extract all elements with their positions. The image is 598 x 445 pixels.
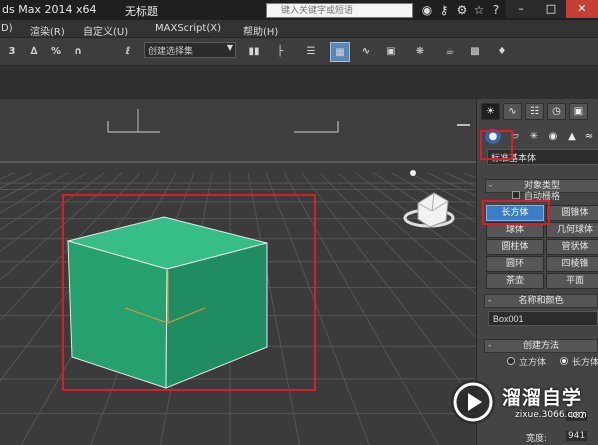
app-title: ds Max 2014 x64 [2,3,97,16]
create-tab-icon[interactable]: ☀ [481,103,500,120]
spacewarps-icon[interactable]: ≈ [581,129,597,144]
top-viewport[interactable] [0,99,476,161]
spinner-snap-button[interactable]: ∩ [68,42,88,62]
help-icon[interactable]: ? [489,3,503,17]
close-button[interactable]: ✕ [566,0,598,18]
material-editor-icon[interactable]: ❋ [410,42,430,62]
tools-icon[interactable]: ⚙ [455,3,469,17]
pyramid-button[interactable]: 四棱锥 [546,256,598,272]
menu-item-maxscript[interactable]: MAXScript(X) [155,23,221,34]
display-tab-icon[interactable]: ▣ [569,103,588,120]
creation-method-rollout[interactable]: - 创建方法 [484,339,598,353]
minimize-button[interactable]: – [506,0,536,18]
geosphere-button[interactable]: 几何球体 [546,222,598,238]
title-bar: ds Max 2014 x64 无标题 ▸ ◉ ⚷ ⚙ ☆ ? – □ ✕ [0,0,598,20]
render-setup-icon[interactable]: ☕ [440,42,460,62]
angle-snap-button[interactable]: ∆ [24,42,44,62]
box-radio[interactable] [560,357,568,365]
teapot-button[interactable]: 茶壶 [486,273,544,289]
plane-button[interactable]: 平面 [546,273,598,289]
chevron-down-icon: ▼ [226,43,233,52]
creation-method-title: 创建方法 [522,341,559,351]
lights-icon[interactable]: ✳ [526,129,542,144]
home-icon[interactable] [410,170,416,176]
menu-item-render[interactable]: 渲染(R) [30,23,65,38]
mirror-icon[interactable]: ▮▮ [244,42,264,62]
watermark-name: 溜溜自学 [502,387,583,409]
width-field[interactable]: 941 [566,431,588,441]
main-toolbar: 3 ∆ % ∩ ℓ 创建选择集 ▼ ▮▮ ├ ☰ ▦ ∿ ▣ ❋ ☕ ▩ ♦ [0,38,598,66]
helpers-icon[interactable]: ▲ [564,129,580,144]
align-icon[interactable]: ├ [270,42,290,62]
motion-tab-icon[interactable]: ◷ [547,103,566,120]
cylinder-button[interactable]: 圆柱体 [486,239,544,255]
search-input[interactable] [266,3,413,18]
edit-named-selection-button[interactable]: ℓ [118,42,138,62]
menu-item-prev[interactable]: D) [1,23,13,34]
snap-toggle-button[interactable]: 3 [2,42,22,62]
schematic-view-icon[interactable]: ▣ [381,42,401,62]
tube-button[interactable]: 管状体 [546,239,598,255]
percent-snap-button[interactable]: % [46,42,66,62]
width-label: 宽度: [526,434,548,444]
named-selection-dropdown[interactable]: 创建选择集 ▼ [144,42,236,58]
collapse-icon: - [488,341,492,351]
name-color-rollout[interactable]: - 名称和颜色 [484,294,598,308]
object-name-field[interactable] [488,311,598,326]
star-icon[interactable]: ☆ [472,3,486,17]
collapse-icon: - [489,181,493,191]
hierarchy-tab-icon[interactable]: ☷ [525,103,544,120]
watermark-logo [451,380,495,424]
named-selection-value: 创建选择集 [148,47,194,57]
cameras-icon[interactable]: ◉ [545,129,561,144]
render-production-icon[interactable]: ♦ [492,42,512,62]
cube-radio[interactable] [507,357,515,365]
cone-button[interactable]: 圆锥体 [546,205,598,221]
box-highlight [62,194,316,391]
menu-bar: D) 渲染(R) 自定义(U) MAXScript(X) 帮助(H) [0,20,598,38]
top-viewport-grid [107,109,470,133]
scene-explorer-icon[interactable]: ▦ [330,42,350,62]
box-radio-label: 长方体 [572,358,598,368]
name-color-title: 名称和颜色 [518,296,564,306]
binoculars-icon[interactable]: ◉ [420,3,434,17]
render-frame-icon[interactable]: ▩ [465,42,485,62]
modify-tab-icon[interactable]: ∿ [503,103,522,120]
ribbon-strip [0,66,598,99]
autogrid-checkbox[interactable] [512,191,520,199]
maximize-button[interactable]: □ [536,0,566,18]
geometry-highlight [480,130,513,160]
menu-item-customize[interactable]: 自定义(U) [83,23,128,38]
box-button-highlight [482,200,550,225]
watermark: 溜溜自学 zixue.3066.com [447,380,597,432]
menu-item-help[interactable]: 帮助(H) [243,23,278,38]
key-icon[interactable]: ⚷ [437,3,451,17]
document-title: 无标题 [125,5,158,18]
play-icon [453,382,493,422]
watermark-url: zixue.3066.com [515,410,587,420]
curve-editor-icon[interactable]: ∿ [356,42,376,62]
layer-manager-icon[interactable]: ☰ [301,42,321,62]
torus-button[interactable]: 圆环 [486,256,544,272]
cube-radio-label: 立方体 [519,358,547,368]
collapse-icon: - [488,296,492,306]
